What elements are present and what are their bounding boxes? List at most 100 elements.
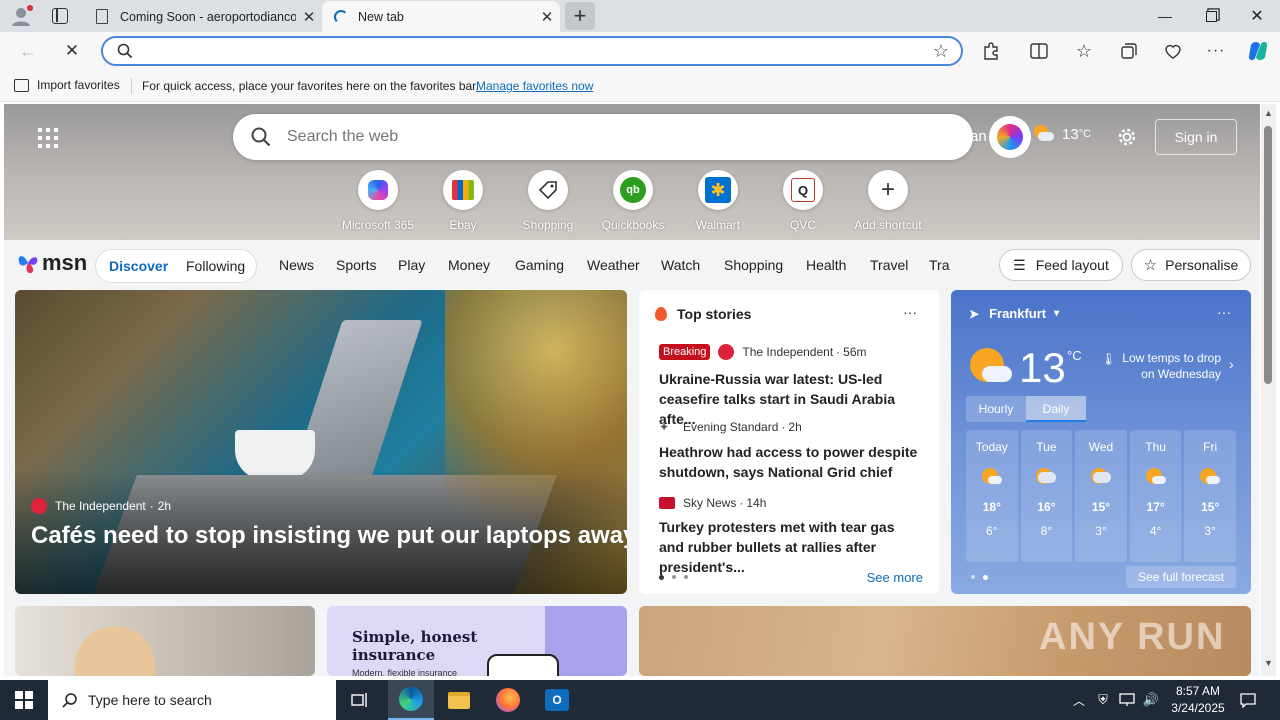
ad-title: Simple, honest insurance: [352, 628, 478, 664]
shortcut-qvc[interactable]: Q QVC: [758, 170, 848, 232]
edge-taskbar-icon[interactable]: [388, 680, 434, 720]
scroll-thumb[interactable]: [1264, 126, 1272, 384]
wood-image-card[interactable]: ANY RUN: [639, 606, 1251, 676]
settings-icon[interactable]: [1116, 126, 1138, 148]
task-view-icon[interactable]: [338, 680, 382, 720]
forecast-day[interactable]: Tue 16° 8°: [1020, 430, 1073, 562]
nav-play[interactable]: Play: [398, 257, 425, 273]
story-headline[interactable]: Turkey protesters met with tear gas and …: [659, 517, 923, 577]
weather-location[interactable]: ➤ Frankfurt ▾: [969, 306, 1059, 321]
forecast-day[interactable]: Wed 15° 3°: [1075, 430, 1127, 562]
close-icon[interactable]: ✕: [296, 8, 322, 26]
weather-widget[interactable]: 13 °C: [1032, 125, 1091, 143]
import-favorites-button[interactable]: Import favorites: [14, 78, 120, 92]
minimize-button[interactable]: —: [1142, 0, 1188, 32]
shortcut-walmart[interactable]: ✱ Walmart: [673, 170, 763, 232]
tab-following[interactable]: Following: [186, 258, 245, 274]
anyrun-watermark: ANY RUN: [1039, 616, 1226, 658]
scroll-down-icon[interactable]: ▼: [1264, 658, 1273, 668]
favorite-star-icon[interactable]: ☆: [933, 41, 949, 62]
nav-sports[interactable]: Sports: [336, 257, 376, 273]
forecast-day[interactable]: Today 18° 6°: [966, 430, 1018, 562]
nav-weather[interactable]: Weather: [587, 257, 640, 273]
chevron-down-icon: ▾: [1054, 308, 1060, 319]
shortcut-ebay[interactable]: Ebay: [418, 170, 508, 232]
favorites-icon[interactable]: ☆: [1072, 39, 1096, 63]
tab-discover[interactable]: Discover: [109, 258, 168, 274]
restore-button[interactable]: [1188, 0, 1234, 32]
notifications-icon[interactable]: [1236, 680, 1260, 720]
manage-favorites-link[interactable]: Manage favorites now: [476, 79, 593, 93]
back-icon[interactable]: ←: [16, 39, 40, 63]
close-icon[interactable]: ✕: [534, 8, 560, 26]
more-options-icon[interactable]: ···: [1204, 39, 1228, 63]
new-tab-button[interactable]: +: [565, 2, 595, 30]
volume-icon[interactable]: 🔊: [1140, 680, 1162, 720]
feed-layout-button[interactable]: ☰ Feed layout: [999, 249, 1123, 281]
browser-essentials-icon[interactable]: [1161, 39, 1185, 63]
ad-card[interactable]: Simple, honest insurance Modern, flexibl…: [327, 606, 627, 676]
more-options-icon[interactable]: ···: [903, 304, 917, 320]
favorites-divider: [131, 78, 132, 94]
close-window-button[interactable]: ✕: [1234, 0, 1280, 32]
nav-money[interactable]: Money: [448, 257, 490, 273]
scroll-up-icon[interactable]: ▲: [1264, 108, 1273, 118]
nav-shopping[interactable]: Shopping: [724, 257, 783, 273]
web-search-box[interactable]: [233, 114, 973, 160]
nav-news[interactable]: News: [279, 257, 314, 273]
hero-story-card[interactable]: The Independent · 2h Cafés need to stop …: [15, 290, 627, 594]
outlook-icon[interactable]: O: [534, 680, 580, 720]
start-button[interactable]: [0, 680, 48, 720]
nav-gaming[interactable]: Gaming: [515, 257, 564, 273]
nav-travel[interactable]: Travel: [870, 257, 908, 273]
chevron-right-icon[interactable]: ›: [1229, 356, 1234, 372]
taskbar-search-box[interactable]: Type here to search: [48, 680, 336, 720]
more-options-icon[interactable]: ···: [1217, 304, 1231, 320]
forecast-day[interactable]: Fri 15° 3°: [1184, 430, 1236, 562]
collections-icon[interactable]: [1117, 39, 1141, 63]
tab-coming-soon[interactable]: Coming Soon - aeroportodianco ✕: [86, 1, 322, 32]
extensions-icon[interactable]: [979, 39, 1003, 63]
nav-truncated[interactable]: Tra: [929, 257, 949, 273]
defender-icon[interactable]: ⛨: [1092, 680, 1114, 720]
msn-logo[interactable]: msn: [16, 250, 87, 276]
see-more-link[interactable]: See more: [867, 570, 923, 585]
shortcut-add[interactable]: + Add shortcut: [843, 170, 933, 232]
forecast-day[interactable]: Thu 17° 4°: [1129, 430, 1182, 562]
import-favorites-label: Import favorites: [37, 78, 120, 92]
search-icon: [251, 127, 271, 147]
tab-new-tab[interactable]: New tab ✕: [322, 1, 560, 32]
news-card-thumbnail[interactable]: [15, 606, 315, 676]
network-icon[interactable]: [1116, 680, 1138, 720]
profile-icon[interactable]: [10, 5, 34, 27]
tab-actions-icon[interactable]: [52, 8, 68, 24]
copilot-avatar-icon[interactable]: [989, 116, 1031, 158]
loading-icon: [334, 9, 348, 24]
shortcut-microsoft-365[interactable]: Microsoft 365: [333, 170, 423, 232]
shortcut-shopping[interactable]: Shopping: [503, 170, 593, 232]
show-hidden-icons[interactable]: ︿: [1068, 680, 1090, 720]
page-scrollbar[interactable]: ▲ ▼: [1261, 104, 1276, 676]
sign-in-button[interactable]: Sign in: [1155, 119, 1237, 155]
apps-launcher-icon[interactable]: [38, 128, 58, 148]
nav-watch[interactable]: Watch: [661, 257, 700, 273]
file-explorer-icon[interactable]: [436, 680, 482, 720]
msn-nav: msn Discover Following News Sports Play …: [4, 240, 1260, 290]
firefox-icon[interactable]: [484, 680, 532, 720]
hero-headline[interactable]: Cafés need to stop insisting we put our …: [31, 522, 627, 550]
address-bar[interactable]: ☆: [101, 36, 963, 66]
copilot-icon[interactable]: [1246, 39, 1270, 63]
weather-card: ➤ Frankfurt ▾ ··· 13 °C 🌡 Low temps to d…: [951, 290, 1251, 594]
clock[interactable]: 8:57 AM 3/24/2025: [1162, 683, 1234, 717]
tab-daily[interactable]: Daily: [1026, 396, 1086, 422]
stop-loading-icon[interactable]: ✕: [60, 39, 84, 63]
web-search-input[interactable]: [287, 125, 887, 149]
nav-health[interactable]: Health: [806, 257, 846, 273]
tab-hourly[interactable]: Hourly: [966, 396, 1026, 422]
see-full-forecast-button[interactable]: See full forecast: [1126, 566, 1236, 588]
shortcut-quickbooks[interactable]: qb Quickbooks: [588, 170, 678, 232]
story-headline[interactable]: Heathrow had access to power despite shu…: [659, 442, 923, 482]
split-screen-icon[interactable]: [1027, 39, 1051, 63]
weather-alert[interactable]: Low temps to drop on Wednesday: [1115, 350, 1221, 382]
personalise-button[interactable]: ☆ Personalise: [1131, 249, 1251, 281]
